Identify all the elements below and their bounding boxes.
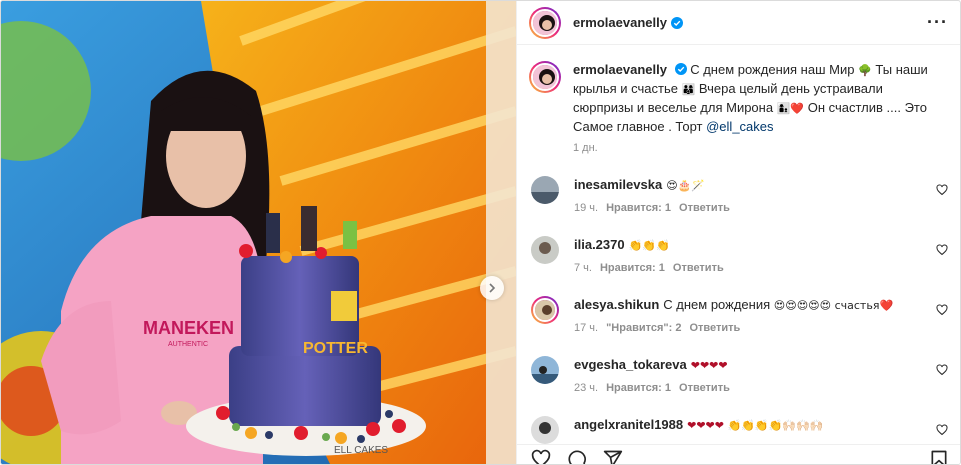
comment-likes[interactable]: Нравится: 1: [606, 202, 671, 214]
caption: ermolaevanelly С днем рождения наш Мир 🌳…: [529, 61, 948, 154]
comment-item: evgesha_tokareva ❤❤❤❤ 23 ч. Нравится: 1 Отв…: [529, 356, 948, 394]
tree-emoji: 🌳: [858, 64, 872, 77]
reply-button[interactable]: Ответить: [673, 262, 724, 274]
heart-icon[interactable]: [936, 424, 948, 436]
verified-icon: [674, 63, 687, 75]
caption-text: ermolaevanelly С днем рождения наш Мир 🌳…: [573, 61, 935, 136]
heart-icon[interactable]: [531, 449, 551, 465]
comment-username[interactable]: inesamilevska: [574, 177, 662, 192]
comment-item: angelxranitel1988 ❤❤❤❤ 👏👏👏👏🙌🏻🙌🏻🙌🏻: [529, 416, 948, 444]
comment-time: 19 ч.: [574, 202, 599, 214]
comment-text: ❤❤❤❤: [690, 359, 728, 372]
mother-child-emoji: 👩‍👦❤️: [776, 102, 805, 115]
comment-time: 23 ч.: [574, 382, 599, 394]
comment-username[interactable]: ilia.2370: [574, 237, 625, 252]
post-photo[interactable]: MANEKEN AUTHENTIC ELL CAKES POTTER: [1, 1, 516, 464]
comment-avatar[interactable]: [531, 416, 559, 444]
hoodie-subtext: AUTHENTIC: [168, 341, 208, 348]
post-modal: MANEKEN AUTHENTIC ELL CAKES POTTER ermol…: [0, 0, 961, 465]
comment-text: С днем рождения: [663, 297, 771, 312]
next-photo-button[interactable]: [480, 276, 504, 300]
author-avatar[interactable]: [529, 6, 561, 39]
comment-likes[interactable]: "Нравится": 2: [606, 322, 681, 334]
comment-time: 7 ч.: [574, 262, 592, 274]
caption-username[interactable]: ermolaevanelly: [573, 62, 667, 77]
comment-text: 👏👏👏: [628, 239, 670, 252]
heart-icon[interactable]: [936, 304, 948, 316]
heart-icon[interactable]: [936, 364, 948, 376]
comment-username[interactable]: alesya.shikun: [574, 297, 659, 312]
comment-username[interactable]: evgesha_tokareva: [574, 357, 687, 372]
comment-item: ilia.2370 👏👏👏 7 ч. Нравится: 1 Ответить: [529, 236, 948, 274]
family-emoji: 👨‍👩‍👦: [681, 83, 696, 96]
caption-avatar[interactable]: [529, 61, 561, 93]
caption-mention-link[interactable]: @ell_cakes: [706, 119, 773, 134]
reply-button[interactable]: Ответить: [679, 382, 730, 394]
photo-illustration: MANEKEN AUTHENTIC ELL CAKES POTTER: [1, 1, 516, 464]
post-time: 1 дн.: [573, 142, 598, 154]
reply-button[interactable]: Ответить: [679, 202, 730, 214]
comment-avatar[interactable]: [531, 236, 559, 264]
post-header: ermolaevanelly ···: [517, 1, 960, 45]
action-bar: [517, 444, 960, 465]
comment-username[interactable]: angelxranitel1988: [574, 417, 683, 432]
comment-emoji: 😍😍😍😍😍 счастья❤️: [773, 299, 894, 312]
hoodie-logo: MANEKEN: [143, 318, 234, 338]
comments-area: ermolaevanelly С днем рождения наш Мир 🌳…: [517, 45, 960, 444]
comment-avatar[interactable]: [531, 356, 559, 384]
heart-icon[interactable]: [936, 244, 948, 256]
comment-text: 😍🎂🪄: [666, 179, 706, 192]
comment-item: inesamilevska 😍🎂🪄 19 ч. Нравится: 1 Ответит…: [529, 176, 948, 214]
reply-button[interactable]: Ответить: [689, 322, 740, 334]
more-icon[interactable]: ···: [927, 12, 948, 33]
verified-icon: [670, 16, 683, 29]
chevron-right-icon: [489, 283, 496, 293]
caption-part1: С днем рождения наш Мир: [690, 62, 855, 77]
comment-icon[interactable]: [567, 449, 587, 465]
comment-text: ❤❤❤❤ 👏👏👏👏🙌🏻🙌🏻🙌🏻: [687, 419, 824, 432]
post-side-panel: ermolaevanelly ··· ermolaevanelly С днем…: [516, 1, 960, 465]
share-icon[interactable]: [603, 449, 623, 465]
plate-brand: ELL CAKES: [334, 445, 388, 456]
heart-icon[interactable]: [936, 184, 948, 196]
comment-likes[interactable]: Нравится: 1: [606, 382, 671, 394]
author-username[interactable]: ermolaevanelly: [573, 15, 667, 30]
cake-topper: POTTER: [303, 340, 368, 357]
comment-item: alesya.shikun С днем рождения 😍😍😍😍😍 счаст…: [529, 296, 948, 334]
save-icon[interactable]: [929, 449, 949, 465]
comment-time: 17 ч.: [574, 322, 599, 334]
comment-avatar[interactable]: [531, 296, 559, 324]
comment-likes[interactable]: Нравится: 1: [600, 262, 665, 274]
comment-avatar[interactable]: [531, 176, 559, 204]
